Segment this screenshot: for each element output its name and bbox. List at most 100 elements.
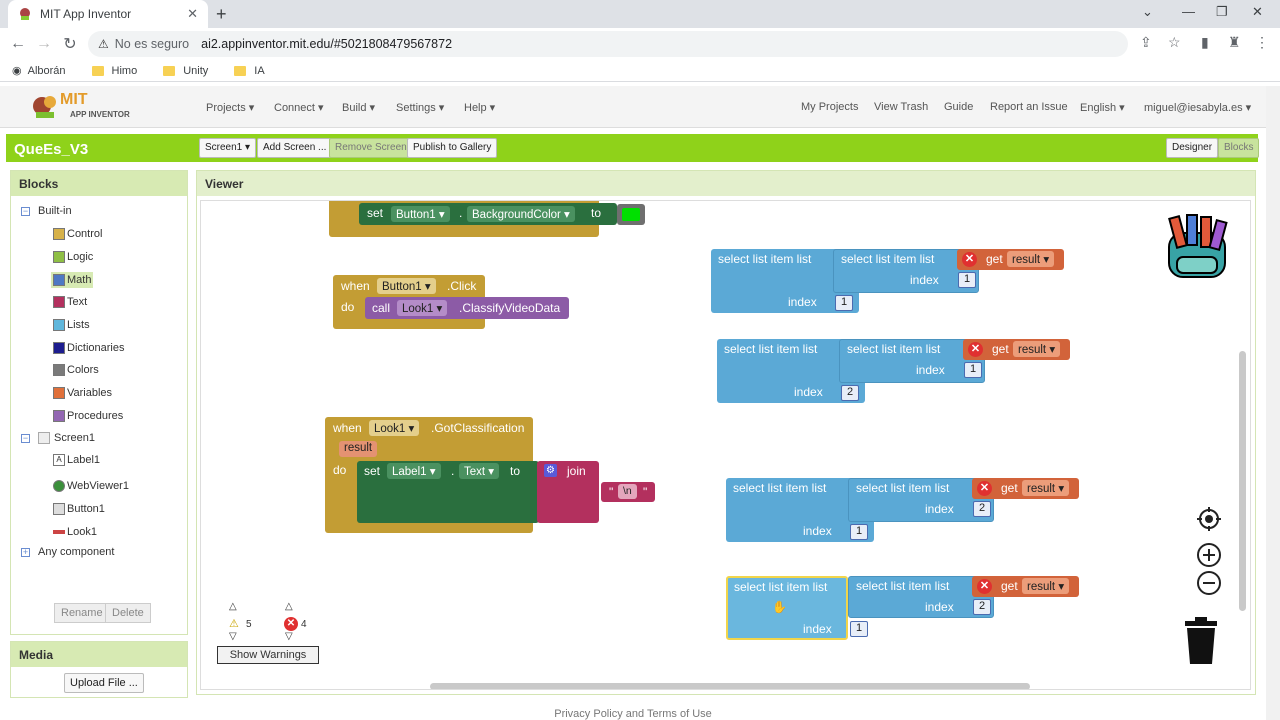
look-dropdown[interactable]: Look1 ▾	[397, 300, 448, 316]
drawer-procedures[interactable]: Procedures	[53, 410, 123, 422]
link-guide[interactable]: Guide	[944, 101, 973, 113]
drawer-lists[interactable]: Lists	[53, 319, 90, 331]
reload-icon[interactable]: ↻	[57, 34, 83, 54]
warning-down-icon[interactable]: ▽	[229, 631, 237, 642]
collapse-icon[interactable]: −	[21, 206, 30, 216]
join-block[interactable]: ⚙ join	[537, 461, 599, 523]
bookmark-star-icon[interactable]: ☆	[1168, 34, 1181, 51]
language-menu[interactable]: English ▾	[1080, 101, 1125, 114]
call-classify-block[interactable]: call Look1 ▾ .ClassifyVideoData	[365, 297, 569, 319]
backpack-icon[interactable]	[1159, 213, 1235, 281]
look-event-dropdown[interactable]: Look1 ▾	[369, 420, 420, 436]
remove-screen-button[interactable]: Remove Screen	[329, 138, 413, 158]
tree-builtin[interactable]: − Built-in	[21, 205, 72, 217]
collapse-icon[interactable]: −	[21, 433, 30, 443]
component-label1[interactable]: A Label1	[53, 454, 100, 466]
get-result-block[interactable]: ✕ get result ▾	[957, 249, 1064, 270]
delete-button[interactable]: Delete	[105, 603, 151, 623]
link-view-trash[interactable]: View Trash	[874, 101, 928, 113]
link-report-issue[interactable]: Report an Issue	[990, 101, 1068, 113]
maximize-icon[interactable]: ❐	[1216, 4, 1228, 20]
share-icon[interactable]: ⇪	[1140, 34, 1152, 51]
result-dropdown[interactable]: result ▾	[1022, 480, 1070, 496]
component-button1[interactable]: Button1	[53, 503, 105, 515]
browser-tab[interactable]: MIT App Inventor ✕	[8, 0, 208, 28]
menu-settings[interactable]: Settings ▾	[396, 101, 444, 114]
blocks-workspace[interactable]: set Button1 ▾ . BackgroundColor ▾ to whe…	[200, 200, 1251, 690]
set-background-block[interactable]: set Button1 ▾ . BackgroundColor ▾ to	[359, 203, 617, 225]
more-icon[interactable]: ⋮	[1255, 34, 1269, 51]
new-tab-icon[interactable]: +	[216, 4, 227, 25]
omnibox[interactable]: ⚠ No es seguro ai2.appinventor.mit.edu/#…	[88, 31, 1128, 57]
rename-button[interactable]: Rename	[54, 603, 110, 623]
error-down-icon[interactable]: ▽	[285, 631, 293, 642]
chevron-down-icon[interactable]: ⌄	[1142, 4, 1153, 20]
error-icon[interactable]: ✕	[977, 481, 992, 496]
upload-file-button[interactable]: Upload File ...	[64, 673, 144, 693]
drawer-math[interactable]: Math	[51, 272, 94, 288]
get-result-block[interactable]: ✕ get result ▾	[963, 339, 1070, 360]
drawer-dictionaries[interactable]: Dictionaries	[53, 342, 124, 354]
component-dropdown[interactable]: Button1 ▾	[391, 206, 450, 222]
result-param[interactable]: result	[339, 441, 378, 457]
set-label-text-block[interactable]: set Label1 ▾ . Text ▾ to	[357, 461, 539, 523]
index-number[interactable]: 1	[850, 524, 868, 540]
bookmark-unity[interactable]: Unity	[163, 65, 208, 77]
result-dropdown[interactable]: result ▾	[1007, 251, 1055, 267]
back-icon[interactable]: ←	[5, 35, 31, 53]
close-window-icon[interactable]: ✕	[1252, 4, 1263, 20]
component-webviewer1[interactable]: WebViewer1	[53, 480, 129, 492]
property-dropdown[interactable]: BackgroundColor ▾	[467, 206, 575, 222]
footer-link[interactable]: Privacy Policy and Terms of Use	[0, 708, 1266, 720]
index-number[interactable]: 2	[973, 501, 991, 517]
menu-connect[interactable]: Connect ▾	[274, 101, 324, 114]
profile-icon[interactable]: ♜	[1228, 34, 1241, 51]
get-result-block[interactable]: ✕ get result ▾	[972, 576, 1079, 597]
page-scrollbar[interactable]	[1266, 86, 1280, 720]
get-result-block[interactable]: ✕ get result ▾	[972, 478, 1079, 499]
error-up-icon[interactable]: △	[285, 601, 293, 612]
drawer-variables[interactable]: Variables	[53, 387, 112, 399]
show-warnings-button[interactable]: Show Warnings	[217, 646, 319, 664]
result-dropdown[interactable]: result ▾	[1013, 341, 1061, 357]
zoom-in-icon[interactable]	[1196, 542, 1222, 568]
error-icon[interactable]: ✕	[968, 342, 983, 357]
tree-screen1[interactable]: − Screen1	[21, 432, 95, 444]
error-icon[interactable]: ✕	[977, 579, 992, 594]
trash-icon[interactable]	[1183, 617, 1219, 665]
expand-icon[interactable]: +	[21, 547, 30, 557]
minimize-icon[interactable]: —	[1182, 4, 1195, 19]
bookmark-himo[interactable]: Himo	[91, 65, 137, 77]
bookmark-alboran[interactable]: ◉ Alborán	[12, 64, 66, 78]
newline-text[interactable]: \n	[618, 484, 637, 499]
drawer-text[interactable]: Text	[53, 296, 87, 308]
blocks-button[interactable]: Blocks	[1218, 138, 1260, 158]
error-icon[interactable]: ✕	[962, 252, 977, 267]
link-my-projects[interactable]: My Projects	[801, 101, 858, 113]
designer-button[interactable]: Designer	[1166, 138, 1219, 158]
menu-build[interactable]: Build ▾	[342, 101, 375, 114]
index-number[interactable]: 2	[841, 385, 859, 401]
drawer-colors[interactable]: Colors	[53, 364, 99, 376]
publish-gallery-button[interactable]: Publish to Gallery	[407, 138, 498, 158]
side-panel-icon[interactable]: ▮	[1201, 34, 1209, 51]
warning-up-icon[interactable]: △	[229, 601, 237, 612]
mutator-gear-icon[interactable]: ⚙	[544, 464, 557, 477]
menu-projects[interactable]: Projects ▾	[206, 101, 254, 114]
text-prop-dropdown[interactable]: Text ▾	[459, 463, 500, 479]
text-newline-block[interactable]: " \n "	[601, 482, 655, 502]
add-screen-button[interactable]: Add Screen ...	[257, 138, 333, 158]
index-number[interactable]: 1	[835, 295, 853, 311]
index-number[interactable]: 1	[850, 621, 868, 637]
forward-icon[interactable]: →	[31, 35, 57, 53]
tree-any-component[interactable]: + Any component	[21, 546, 114, 558]
zoom-out-icon[interactable]	[1196, 570, 1222, 596]
button-dropdown[interactable]: Button1 ▾	[377, 278, 436, 294]
close-tab-icon[interactable]: ✕	[187, 6, 198, 22]
menu-help[interactable]: Help ▾	[464, 101, 495, 114]
color-block[interactable]	[617, 204, 645, 225]
drawer-logic[interactable]: Logic	[53, 251, 93, 263]
bookmark-ia[interactable]: IA	[234, 65, 265, 77]
account-menu[interactable]: miguel@iesabyla.es ▾	[1144, 101, 1251, 114]
index-number[interactable]: 1	[964, 362, 982, 378]
